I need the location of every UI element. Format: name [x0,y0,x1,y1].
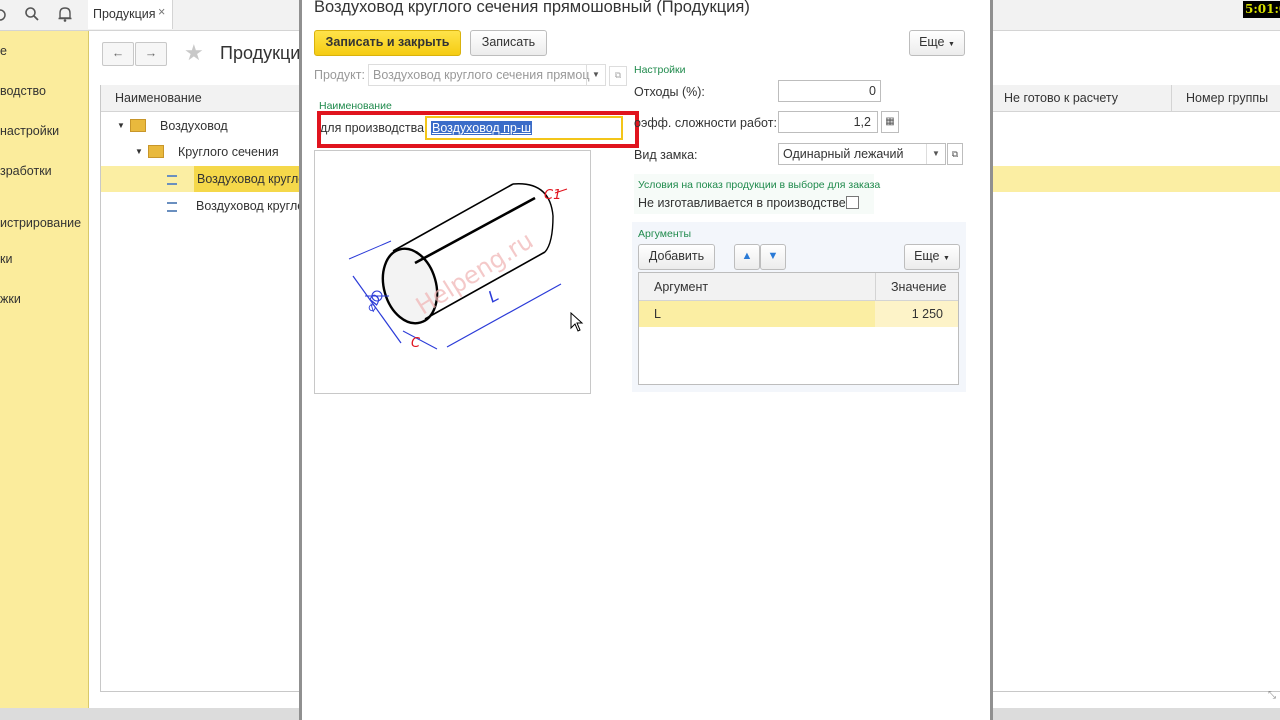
move-down-icon[interactable]: ▼ [760,244,786,270]
favorite-star-icon[interactable]: ★ [184,40,204,66]
more-label: Еще [919,35,945,49]
sidebar-item[interactable]: зработки [0,164,52,178]
product-field[interactable]: Воздуховод круглого сечения прямоц ▼ [368,64,606,86]
close-icon[interactable]: × [158,5,165,19]
item-icon [167,202,177,212]
icon-bar [0,0,88,31]
row-label: Круглого сечения [178,145,279,159]
sidebar-item[interactable]: ки [0,252,12,266]
form-title: Воздуховод круглого сечения прямошовный … [314,0,750,16]
not-made-label: Не изготавливается в производстве: [638,196,850,210]
column-divider [875,273,876,300]
complexity-label: оэфф. сложности работ: [634,116,777,130]
row-label: Воздуховод [160,119,228,133]
conditions-group-title: Условия на показ продукции в выборе для … [638,179,881,191]
calculator-icon[interactable]: ▦ [881,111,899,133]
row-label: Воздуховод кругле [196,199,305,213]
folder-icon [148,145,164,158]
lock-type-value: Одинарный лежачий [783,147,904,161]
highlight-box [317,111,639,148]
column-header-name[interactable]: Наименование [115,91,202,105]
open-icon[interactable]: ⧉ [947,143,963,165]
add-argument-button[interactable]: Добавить [638,244,715,270]
label-c1: C1 [544,188,561,203]
item-icon [167,175,177,185]
save-button[interactable]: Записать [470,30,547,56]
resize-handle-icon[interactable]: ⤡ [1268,690,1280,702]
arguments-table: Аргумент Значение L 1 250 [638,272,959,385]
product-drawing: C1 C L ⌀D Helpeng.ru [314,150,591,394]
product-label: Продукт: [314,68,365,82]
open-icon[interactable]: ⧉ [609,66,627,86]
column-header-group-number[interactable]: Номер группы [1186,91,1268,105]
table-row-selected[interactable]: L 1 250 [639,301,958,327]
menu-icon[interactable] [0,7,8,23]
argument-cell: L [654,307,661,321]
page-title: Продукци [220,43,301,63]
lock-type-label: Вид замка: [634,148,698,162]
forward-button[interactable]: → [135,42,167,66]
product-form-window: Воздуховод круглого сечения прямошовный … [299,0,993,720]
label-c: C [411,336,421,351]
label-l: L [485,286,502,307]
save-and-close-button[interactable]: Записать и закрыть [314,30,461,56]
sidebar-item[interactable]: жки [0,292,21,306]
tab-label: Продукция [93,7,156,21]
move-up-icon[interactable]: ▲ [734,244,760,270]
arguments-group-title: Аргументы [638,228,692,240]
value-cell: 1 250 [911,307,943,321]
column-divider [1171,85,1172,111]
sidebar-item[interactable]: настройки [0,124,59,138]
bell-icon[interactable] [57,5,73,23]
sidebar-item[interactable]: водство [0,84,46,98]
back-button[interactable]: ← [102,42,134,66]
search-icon[interactable] [24,6,40,22]
sidebar-item[interactable]: истрирование [0,216,81,230]
column-header-value[interactable]: Значение [891,280,946,294]
left-sidebar: е водство настройки зработки истрировани… [0,0,89,720]
more-label: Еще [914,249,940,263]
chevron-down-icon: ▼ [942,255,950,262]
waste-input[interactable]: 0 [778,80,881,102]
more-button[interactable]: Еще ▼ [909,30,965,56]
extension-line [348,240,392,260]
sidebar-item[interactable]: е [0,44,7,58]
not-made-checkbox[interactable] [846,196,859,209]
chevron-down-icon[interactable]: ▼ [926,144,945,164]
chevron-down-icon: ▼ [947,41,955,48]
waste-label: Отходы (%): [634,85,705,99]
complexity-input[interactable]: 1,2 [778,111,878,133]
expand-icon[interactable]: ▼ [117,113,125,139]
lock-type-select[interactable]: Одинарный лежачий ▼ [778,143,946,165]
tab-products[interactable]: Продукция × [88,0,173,29]
mouse-cursor-icon [570,312,584,332]
column-header-not-ready[interactable]: Не готово к расчету [1004,91,1118,105]
settings-group-title: Настройки [634,64,686,76]
chevron-down-icon[interactable]: ▼ [586,65,605,85]
product-value: Воздуховод круглого сечения прямоц [373,68,590,82]
clock-readout: 5:01:0 [1243,1,1280,18]
folder-icon [130,119,146,132]
row-label: Воздуховод кругле [194,166,309,192]
column-header-argument[interactable]: Аргумент [654,280,708,294]
expand-icon[interactable]: ▼ [135,139,143,165]
arguments-more-button[interactable]: Еще ▼ [904,244,960,270]
